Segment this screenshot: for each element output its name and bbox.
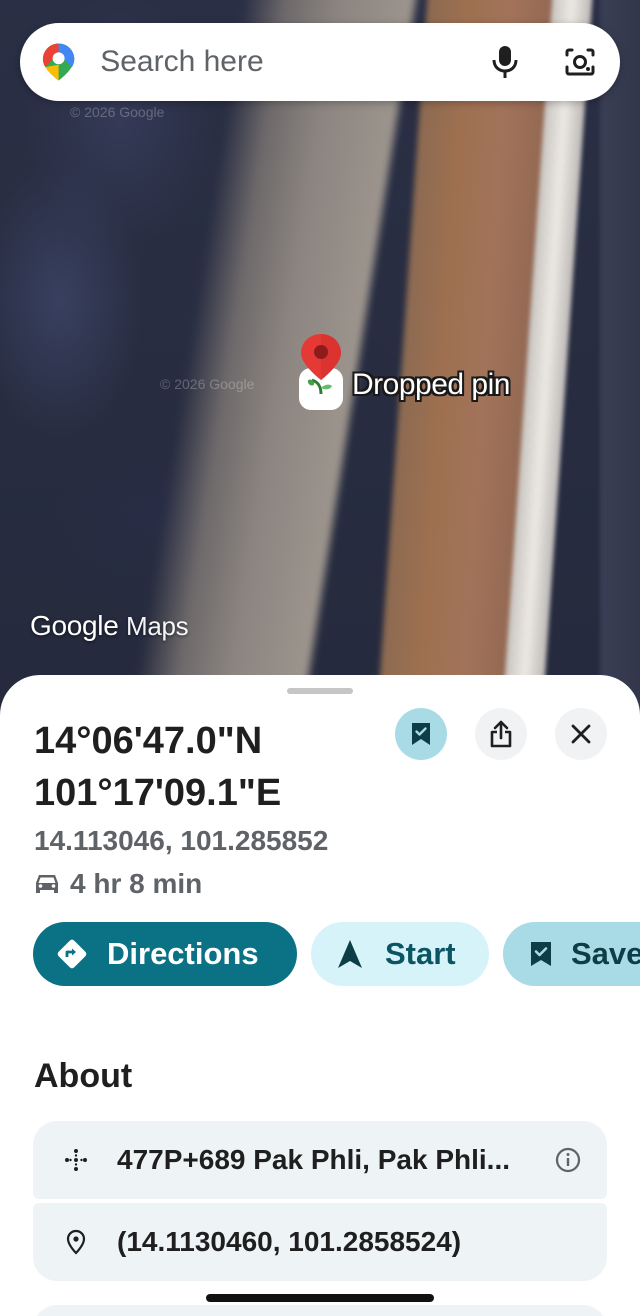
voice-search-button[interactable]: [486, 42, 523, 82]
search-bar[interactable]: [20, 23, 620, 101]
map-copyright: © 2026 Google: [160, 376, 255, 392]
navigation-arrow-icon: [338, 940, 362, 968]
microphone-icon: [492, 46, 518, 78]
dropped-pin-label[interactable]: Dropped pin: [352, 368, 510, 402]
latlng-text: (14.1130460, 101.2858524): [117, 1226, 462, 1257]
bookmark-saved-icon: [531, 942, 551, 966]
saved-bookmark-button[interactable]: [395, 708, 447, 760]
sheet-drag-handle[interactable]: [287, 688, 353, 694]
place-bottom-sheet[interactable]: 14°06'47.0"N 101°17'09.1"E 14.113046, 10…: [0, 675, 640, 1316]
plus-code-row[interactable]: 477P+689 Pak Phli, Pak Phli...: [33, 1121, 607, 1199]
google-maps-logo-icon: [42, 43, 75, 81]
map-copyright: © 2026 Google: [70, 104, 165, 120]
share-button[interactable]: [475, 708, 527, 760]
decimal-coordinates: 14.113046, 101.285852: [34, 825, 329, 856]
start-navigation-button[interactable]: Start: [311, 922, 489, 986]
coordinates-title: 14°06'47.0"N 101°17'09.1"E: [34, 720, 282, 814]
dropped-pin-icon[interactable]: [298, 332, 344, 412]
bookmark-icon: [412, 723, 430, 745]
google-maps-watermark: Google Maps: [30, 610, 189, 641]
search-input[interactable]: [100, 45, 487, 79]
save-button[interactable]: Save: [503, 922, 640, 986]
latlng-row[interactable]: (14.1130460, 101.2858524): [33, 1203, 607, 1281]
next-info-card[interactable]: [33, 1305, 607, 1316]
plus-code-info-button[interactable]: [555, 1147, 581, 1173]
satellite-map[interactable]: © 2026 Google © 2026 Google Dropped pin …: [0, 0, 640, 797]
lens-search-button[interactable]: [561, 42, 598, 82]
location-pin-icon: [66, 1229, 86, 1255]
camera-lens-icon: [565, 48, 595, 76]
home-indicator[interactable]: [206, 1294, 434, 1302]
drive-time: 4 hr 8 min: [34, 868, 202, 900]
plus-code-icon: [65, 1149, 87, 1171]
sheet-header-actions: [395, 708, 607, 760]
close-button[interactable]: [555, 708, 607, 760]
directions-button[interactable]: Directions: [33, 922, 297, 986]
info-icon: [555, 1147, 581, 1173]
about-heading: About: [34, 1057, 133, 1095]
car-icon: [36, 875, 58, 893]
action-chips: Directions Start Save: [33, 922, 640, 986]
close-icon: [571, 724, 591, 744]
share-icon: [490, 720, 512, 748]
google-maps-screen: © 2026 Google © 2026 Google Dropped pin …: [0, 0, 640, 1316]
plus-code-text: 477P+689 Pak Phli, Pak Phli...: [117, 1144, 511, 1175]
directions-icon: [57, 939, 87, 969]
